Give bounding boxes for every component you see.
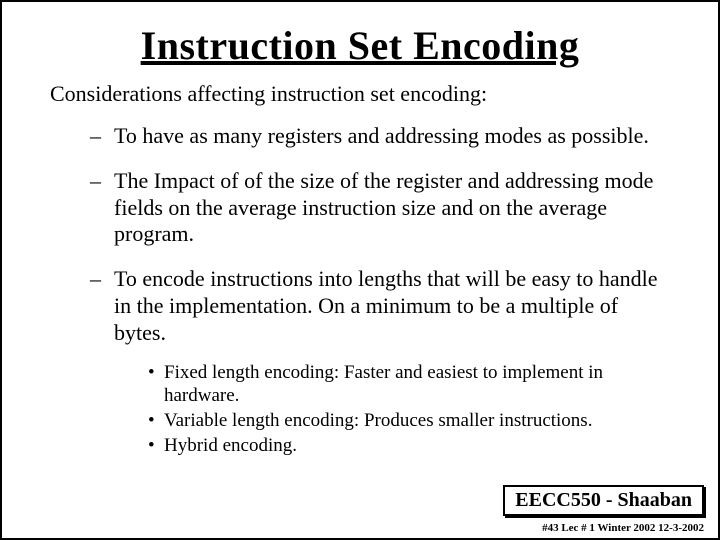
slide-subtitle: Considerations affecting instruction set…: [50, 81, 690, 107]
slide-title: Instruction Set Encoding: [30, 22, 690, 69]
sub-bullet-text: Variable length encoding: Produces small…: [164, 410, 592, 431]
bullet-item: The Impact of of the size of the registe…: [90, 168, 690, 248]
slide: Instruction Set Encoding Considerations …: [0, 0, 720, 540]
sub-bullet-text: Hybrid encoding.: [164, 435, 297, 456]
sub-bullet-text: Fixed length encoding: Faster and easies…: [164, 362, 603, 406]
bullet-item: To encode instructions into lengths that…: [90, 266, 690, 457]
bullet-text: The Impact of of the size of the registe…: [114, 168, 653, 247]
sub-bullet-item: Variable length encoding: Produces small…: [148, 409, 670, 432]
sub-bullet-list: Fixed length encoding: Faster and easies…: [148, 361, 670, 458]
sub-bullet-item: Hybrid encoding.: [148, 434, 670, 457]
footer-meta: #43 Lec # 1 Winter 2002 12-3-2002: [542, 522, 704, 534]
bullet-text: To have as many registers and addressing…: [114, 123, 649, 148]
footer-course-box: EECC550 - Shaaban: [503, 485, 704, 516]
bullet-text: To encode instructions into lengths that…: [114, 266, 657, 345]
sub-bullet-item: Fixed length encoding: Faster and easies…: [148, 361, 670, 407]
bullet-list: To have as many registers and addressing…: [90, 123, 690, 457]
bullet-item: To have as many registers and addressing…: [90, 123, 690, 150]
